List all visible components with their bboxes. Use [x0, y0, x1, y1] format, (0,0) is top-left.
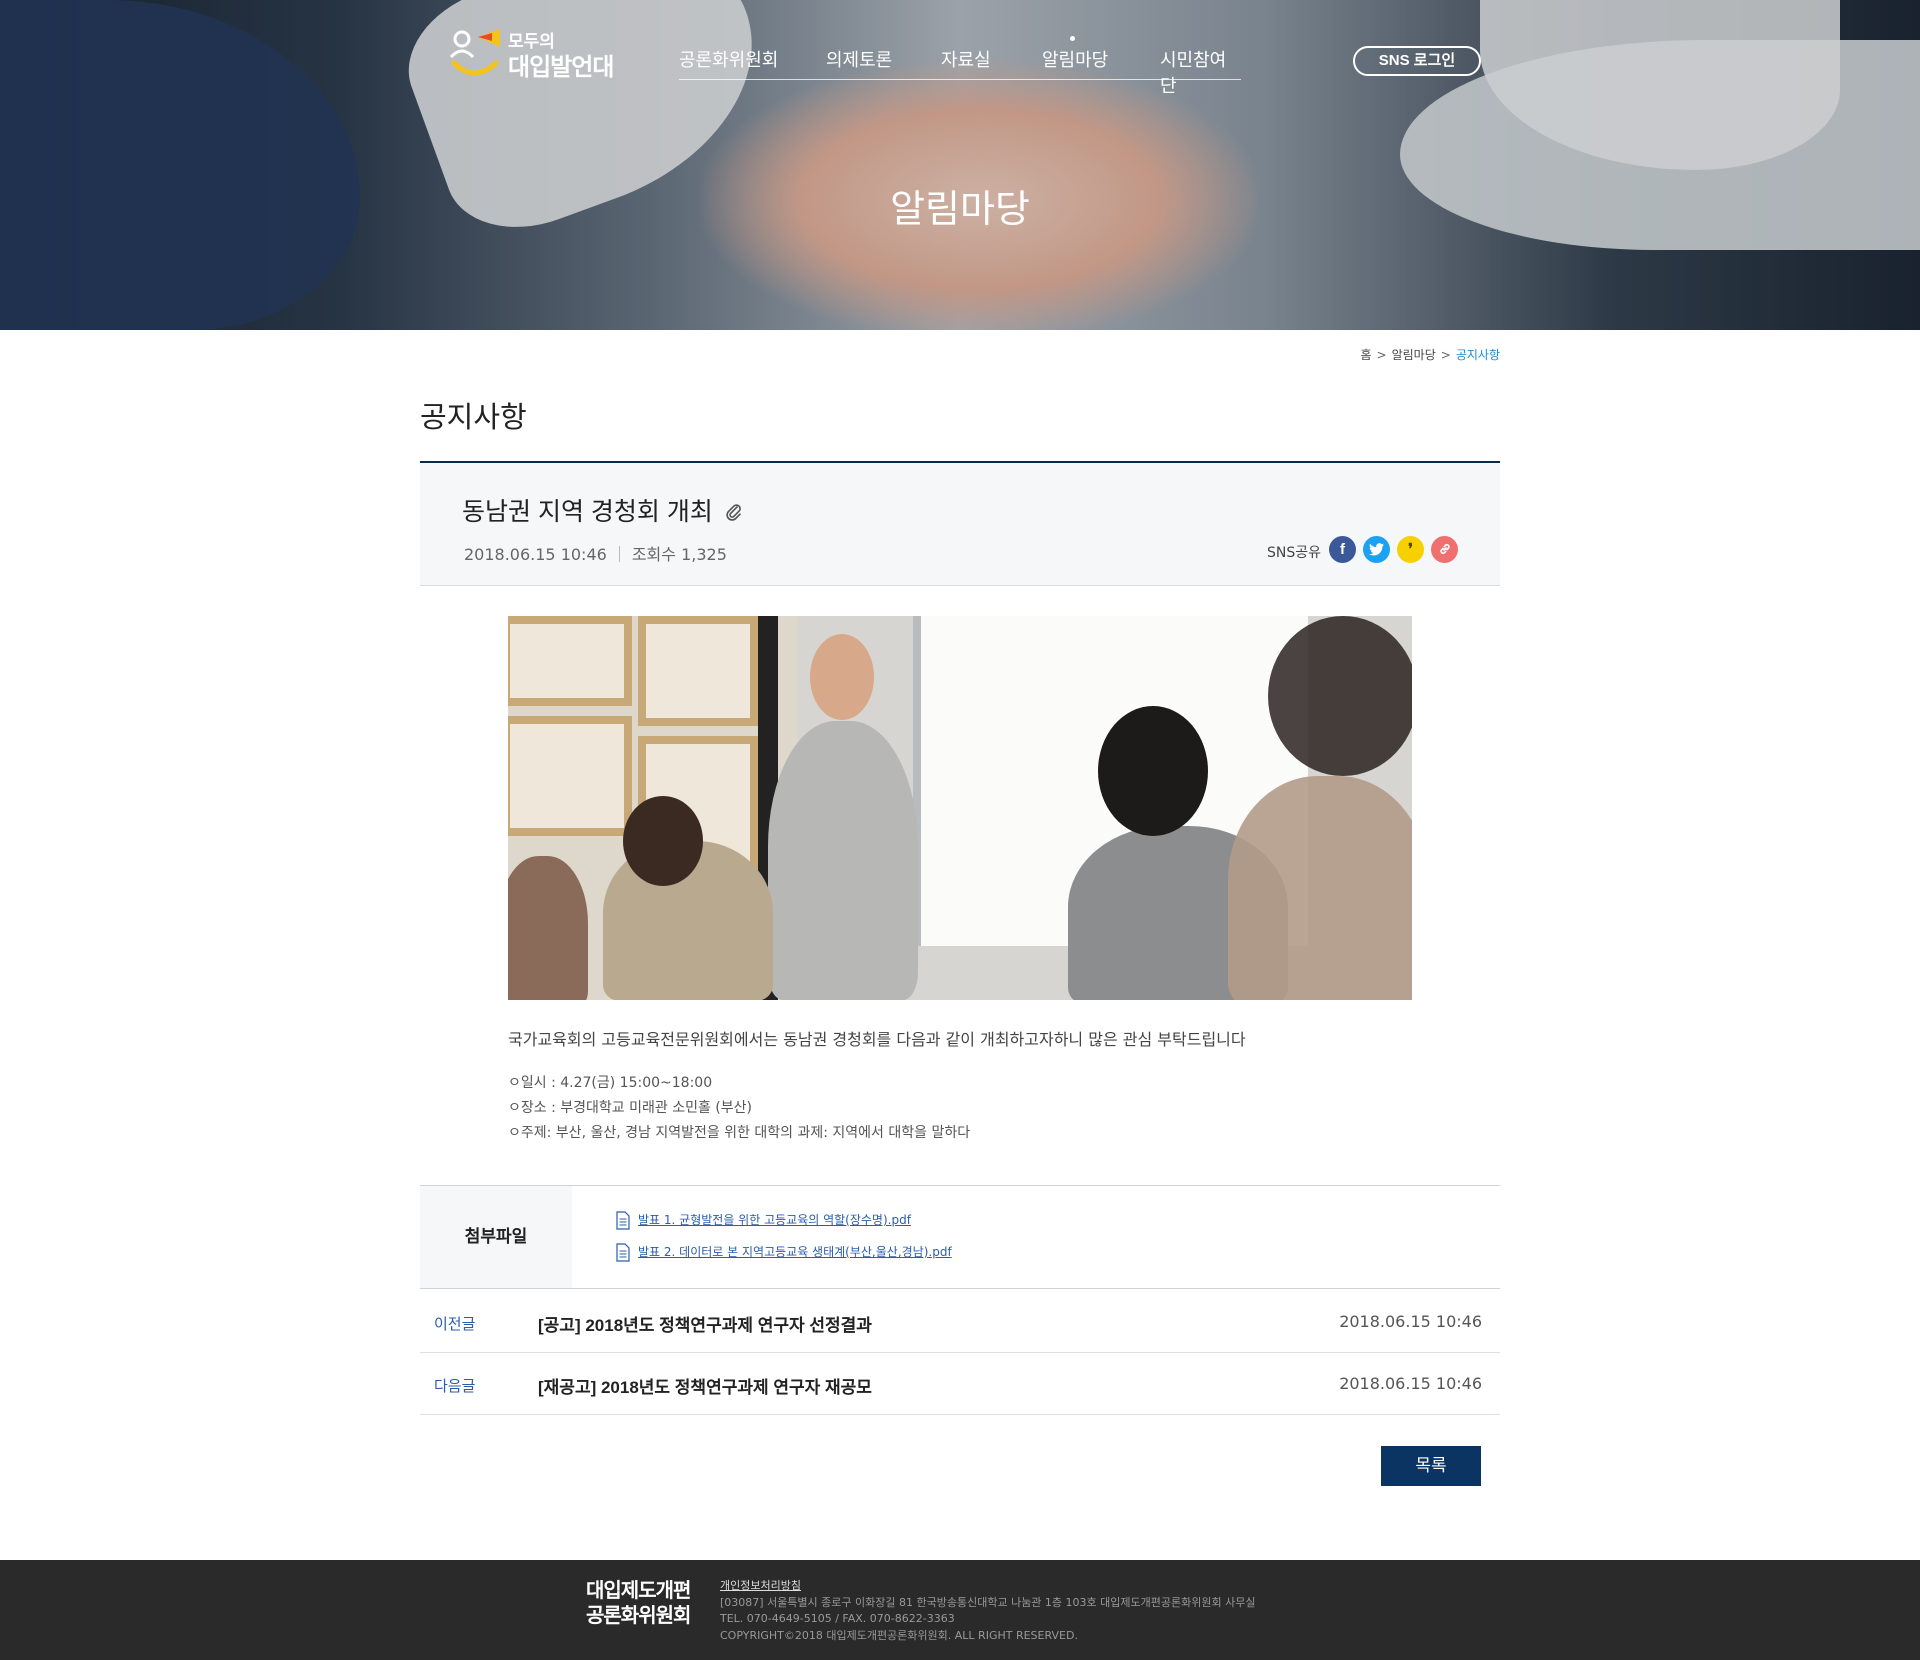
meta-divider — [618, 546, 620, 562]
detail-venue: ㅇ장소 : 부경대학교 미래관 소민홀 (부산) — [508, 1100, 752, 1116]
kakaostory-icon[interactable]: ❜ — [1397, 536, 1424, 563]
post-details: ㅇ일시 : 4.27(금) 15:00~18:00 ㅇ장소 : 부경대학교 미래… — [508, 1071, 970, 1146]
post-title-text: 동남권 지역 경청회 개최 — [462, 498, 713, 526]
prev-post-date: 2018.06.15 10:46 — [1339, 1312, 1482, 1331]
site-logo[interactable]: 모두의 대입발언대 — [448, 25, 618, 81]
attachment-name[interactable]: 발표 1. 균형발전을 위한 고등교육의 역할(장수명).pdf — [638, 1213, 911, 1227]
attachment-name[interactable]: 발표 2. 데이터로 본 지역고등교육 생태계(부산,울산,경남).pdf — [638, 1245, 952, 1259]
prev-post-title[interactable]: [공고] 2018년도 정책연구과제 연구자 선정결과 — [538, 1311, 872, 1336]
hero-title: 알림마당 — [890, 189, 1030, 231]
post-date: 2018.06.15 10:46 — [464, 545, 607, 564]
views-label: 조회수 — [631, 545, 676, 564]
document-icon — [616, 1243, 630, 1262]
next-post-row[interactable]: 다음글 [재공고] 2018년도 정책연구과제 연구자 재공모 2018.06.… — [420, 1353, 1500, 1415]
sns-login-button[interactable]: SNS 로그인 — [1353, 46, 1481, 76]
prev-post-row[interactable]: 이전글 [공고] 2018년도 정책연구과제 연구자 선정결과 2018.06.… — [420, 1291, 1500, 1353]
photo-element — [1098, 706, 1208, 836]
page-title: 공지사항 — [420, 402, 527, 434]
logo-text-main: 대입발언대 — [508, 54, 614, 81]
chevron-right-icon: > — [1376, 348, 1387, 362]
active-nav-indicator — [1070, 36, 1075, 41]
footer-logo-line1: 대입제도개편 — [586, 1580, 691, 1602]
sns-share: SNS공유 f ❜ — [1256, 536, 1458, 564]
attachment-link[interactable]: 발표 2. 데이터로 본 지역고등교육 생태계(부산,울산,경남).pdf — [616, 1243, 952, 1262]
list-button[interactable]: 목록 — [1381, 1446, 1481, 1486]
logo-mark-icon — [449, 29, 500, 76]
next-post-label: 다음글 — [434, 1377, 476, 1395]
nav-item-agenda-debate[interactable]: 의제토론 — [826, 46, 892, 72]
sns-share-label: SNS공유 — [1266, 545, 1321, 561]
nav-item-citizen-panel[interactable]: 시민참여단 — [1160, 46, 1241, 98]
detail-topic: ㅇ주제: 부산, 울산, 경남 지역발전을 위한 대학의 과제: 지역에서 대학… — [508, 1125, 971, 1141]
photo-element — [638, 616, 758, 726]
chevron-right-icon: > — [1440, 348, 1451, 362]
post-image — [508, 616, 1412, 1000]
photo-element — [508, 716, 632, 836]
footer-address: [03087] 서울특별시 종로구 이화장길 81 한국방송통신대학교 나눔관 … — [720, 1595, 1256, 1609]
views-count: 1,325 — [681, 545, 727, 564]
breadcrumb-current[interactable]: 공지사항 — [1456, 348, 1500, 362]
photo-element — [1268, 616, 1412, 776]
paperclip-icon — [726, 504, 741, 521]
photo-element — [508, 856, 588, 1000]
attachment-link[interactable]: 발표 1. 균형발전을 위한 고등교육의 역할(장수명).pdf — [616, 1211, 911, 1230]
footer-logo-line2: 공론화위원회 — [586, 1605, 691, 1627]
link-icon[interactable] — [1431, 536, 1458, 563]
breadcrumb-home[interactable]: 홈 — [1360, 348, 1371, 362]
footer-logo: 대입제도개편 공론화위원회 — [586, 1579, 691, 1629]
nav-item-committee[interactable]: 공론화위원회 — [679, 46, 778, 72]
prev-post-label: 이전글 — [434, 1315, 476, 1333]
photo-element — [810, 634, 874, 720]
detail-date: ㅇ일시 : 4.27(금) 15:00~18:00 — [508, 1075, 713, 1091]
attachments: 첨부파일 발표 1. 균형발전을 위한 고등교육의 역할(장수명).pdf 발표… — [420, 1185, 1500, 1289]
footer-contact: TEL. 070-4649-5105 / FAX. 070-8622-3363 — [720, 1612, 955, 1625]
main-navigation: 공론화위원회 의제토론 자료실 알림마당 시민참여단 — [679, 36, 1241, 96]
facebook-icon[interactable]: f — [1329, 536, 1356, 563]
photo-element — [768, 721, 918, 1000]
footer-copyright: COPYRIGHT©2018 대입제도개편공론화위원회. ALL RIGHT R… — [720, 1628, 1078, 1642]
breadcrumb: 홈 > 알림마당 > 공지사항 — [1360, 346, 1500, 363]
photo-element — [1228, 776, 1412, 1000]
footer: 대입제도개편 공론화위원회 개인정보처리방침 [03087] 서울특별시 종로구… — [0, 1560, 1920, 1660]
nav-item-notice[interactable]: 알림마당 — [1042, 46, 1108, 72]
footer-info: 개인정보처리방침 [03087] 서울특별시 종로구 이화장길 81 한국방송통… — [720, 1578, 1255, 1644]
document-icon — [616, 1211, 630, 1230]
photo-element — [623, 796, 703, 886]
privacy-policy-link[interactable]: 개인정보처리방침 — [720, 1578, 1255, 1595]
post-title: 동남권 지역 경청회 개최 — [462, 492, 742, 528]
post-body: 국가교육회의 고등교육전문위원회에서는 동남권 경청회를 다음과 같이 개최하고… — [508, 1030, 1246, 1049]
next-post-date: 2018.06.15 10:46 — [1339, 1374, 1482, 1393]
breadcrumb-section[interactable]: 알림마당 — [1392, 348, 1436, 362]
attachments-label: 첨부파일 — [420, 1186, 572, 1288]
photo-element — [508, 616, 632, 706]
nav-item-archive[interactable]: 자료실 — [941, 46, 991, 72]
post-meta: 2018.06.15 10:46 조회수 1,325 — [464, 541, 727, 565]
twitter-icon[interactable] — [1363, 536, 1390, 563]
next-post-title[interactable]: [재공고] 2018년도 정책연구과제 연구자 재공모 — [538, 1373, 872, 1398]
hero-banner: 모두의 대입발언대 공론화위원회 의제토론 자료실 알림마당 시민참여단 SNS… — [0, 0, 1920, 330]
post-header: 동남권 지역 경청회 개최 2018.06.15 10:46 조회수 1,325 … — [420, 461, 1500, 586]
